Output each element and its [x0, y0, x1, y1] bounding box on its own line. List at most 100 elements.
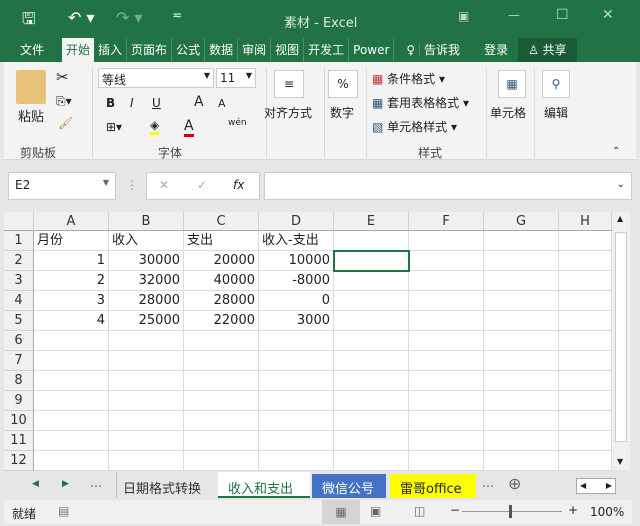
cell[interactable] — [409, 351, 484, 371]
cell[interactable] — [109, 451, 184, 471]
cell[interactable]: 收入 — [109, 231, 184, 251]
name-box[interactable]: E2 ▼ — [8, 172, 116, 200]
bold-button[interactable]: B — [106, 96, 115, 110]
column-header[interactable]: A — [34, 212, 109, 231]
font-size-select[interactable]: 11 ▼ — [216, 68, 256, 88]
more-sheets-right[interactable]: … — [482, 476, 494, 490]
cell[interactable] — [559, 331, 612, 351]
border-icon[interactable]: ⊞▾ — [106, 120, 122, 134]
cell[interactable]: 3000 — [259, 311, 334, 331]
cells-icon[interactable]: ▦ — [498, 70, 526, 98]
cell[interactable] — [184, 431, 259, 451]
tab-view[interactable]: 视图 — [271, 38, 305, 62]
sheet-tab-active[interactable]: 收入和支出 — [218, 472, 310, 498]
cell[interactable]: -8000 — [259, 271, 334, 291]
row-header[interactable]: 10 — [4, 411, 34, 431]
cell[interactable] — [34, 331, 109, 351]
cell[interactable] — [409, 391, 484, 411]
cell[interactable] — [409, 251, 484, 271]
cell[interactable] — [559, 391, 612, 411]
cell[interactable] — [259, 331, 334, 351]
cell[interactable]: 40000 — [184, 271, 259, 291]
cell[interactable] — [409, 371, 484, 391]
cell[interactable] — [34, 411, 109, 431]
cell[interactable] — [559, 311, 612, 331]
tab-formulas[interactable]: 公式 — [172, 38, 206, 62]
cell[interactable] — [409, 431, 484, 451]
column-header[interactable]: E — [334, 212, 409, 231]
vertical-scrollbar[interactable]: ▲ ▼ — [612, 212, 630, 470]
format-painter-icon[interactable]: 🖌 — [58, 116, 73, 130]
fill-color-icon[interactable]: ◈ — [150, 118, 160, 135]
format-table-button[interactable]: ▦ 套用表格格式 ▾ — [372, 94, 469, 111]
cell[interactable]: 22000 — [184, 311, 259, 331]
zoom-out-button[interactable]: − — [450, 503, 460, 517]
login-button[interactable]: 登录 — [480, 38, 512, 62]
row-header[interactable]: 4 — [4, 291, 34, 311]
sheet-tab[interactable]: 日期格式转换 — [116, 472, 207, 498]
cell[interactable] — [484, 271, 559, 291]
cell[interactable] — [334, 451, 409, 471]
cell[interactable] — [334, 311, 409, 331]
macro-record-icon[interactable]: ▤ — [58, 504, 69, 518]
cell[interactable] — [109, 431, 184, 451]
cell[interactable] — [484, 431, 559, 451]
cell-style-button[interactable]: ▧ 单元格样式 ▾ — [372, 118, 457, 135]
row-header[interactable]: 8 — [4, 371, 34, 391]
tab-home[interactable]: 开始 — [62, 38, 95, 62]
cell[interactable] — [559, 291, 612, 311]
cell[interactable] — [184, 451, 259, 471]
select-all[interactable] — [4, 212, 34, 231]
cell[interactable] — [334, 271, 409, 291]
cell[interactable] — [184, 411, 259, 431]
prev-sheet-icon[interactable]: ◀ — [32, 479, 39, 489]
undo-icon[interactable]: ↶ ▾ — [68, 8, 95, 27]
cell[interactable] — [484, 291, 559, 311]
cell[interactable] — [484, 331, 559, 351]
row-header[interactable]: 6 — [4, 331, 34, 351]
scroll-up-icon[interactable]: ▲ — [617, 214, 623, 223]
cell[interactable]: 25000 — [109, 311, 184, 331]
cell[interactable] — [34, 451, 109, 471]
cell[interactable]: 30000 — [109, 251, 184, 271]
zoom-in-button[interactable]: + — [568, 503, 578, 517]
enter-icon[interactable]: ✓ — [197, 178, 207, 192]
cell[interactable] — [559, 271, 612, 291]
alignment-button[interactable]: 对齐方式 — [264, 104, 312, 121]
cell[interactable] — [184, 351, 259, 371]
paste-icon[interactable] — [16, 70, 46, 104]
cell[interactable] — [259, 431, 334, 451]
collapse-ribbon-icon[interactable]: ⌃ — [612, 146, 620, 157]
cells-button[interactable]: 单元格 — [490, 104, 526, 121]
redo-icon[interactable]: ↷ ▾ — [116, 8, 143, 27]
cell[interactable]: 1 — [34, 251, 109, 271]
normal-view-icon[interactable]: ▦ — [322, 500, 360, 524]
next-sheet-icon[interactable]: ▶ — [62, 479, 69, 489]
editing-button[interactable]: 编辑 — [544, 104, 568, 121]
zoom-slider-thumb[interactable] — [509, 505, 512, 518]
zoom-level[interactable]: 100% — [590, 505, 624, 519]
paste-button[interactable]: 粘贴 — [18, 106, 44, 125]
underline-button[interactable]: U — [152, 96, 161, 110]
add-sheet-icon[interactable]: ⊕ — [508, 474, 521, 493]
cell[interactable] — [484, 351, 559, 371]
row-header[interactable]: 7 — [4, 351, 34, 371]
zoom-slider[interactable] — [462, 511, 562, 512]
number-button[interactable]: 数字 — [330, 104, 354, 121]
cell[interactable] — [334, 411, 409, 431]
cell[interactable] — [34, 431, 109, 451]
tell-me[interactable]: ♀ 告诉我 — [394, 38, 464, 62]
column-header[interactable]: G — [484, 212, 559, 231]
cell[interactable] — [34, 351, 109, 371]
cell[interactable] — [334, 391, 409, 411]
save-icon[interactable]: 🖫 — [22, 8, 36, 35]
cell[interactable] — [259, 391, 334, 411]
tab-insert[interactable]: 插入 — [94, 38, 128, 62]
cell[interactable]: 28000 — [109, 291, 184, 311]
column-header[interactable]: D — [259, 212, 334, 231]
page-break-view-icon[interactable]: ◫ — [414, 504, 425, 518]
copy-icon[interactable]: ⎘▾ — [56, 94, 72, 109]
align-icon[interactable]: ≡ — [274, 70, 304, 98]
scroll-down-icon[interactable]: ▼ — [617, 457, 623, 466]
cell[interactable] — [484, 231, 559, 251]
